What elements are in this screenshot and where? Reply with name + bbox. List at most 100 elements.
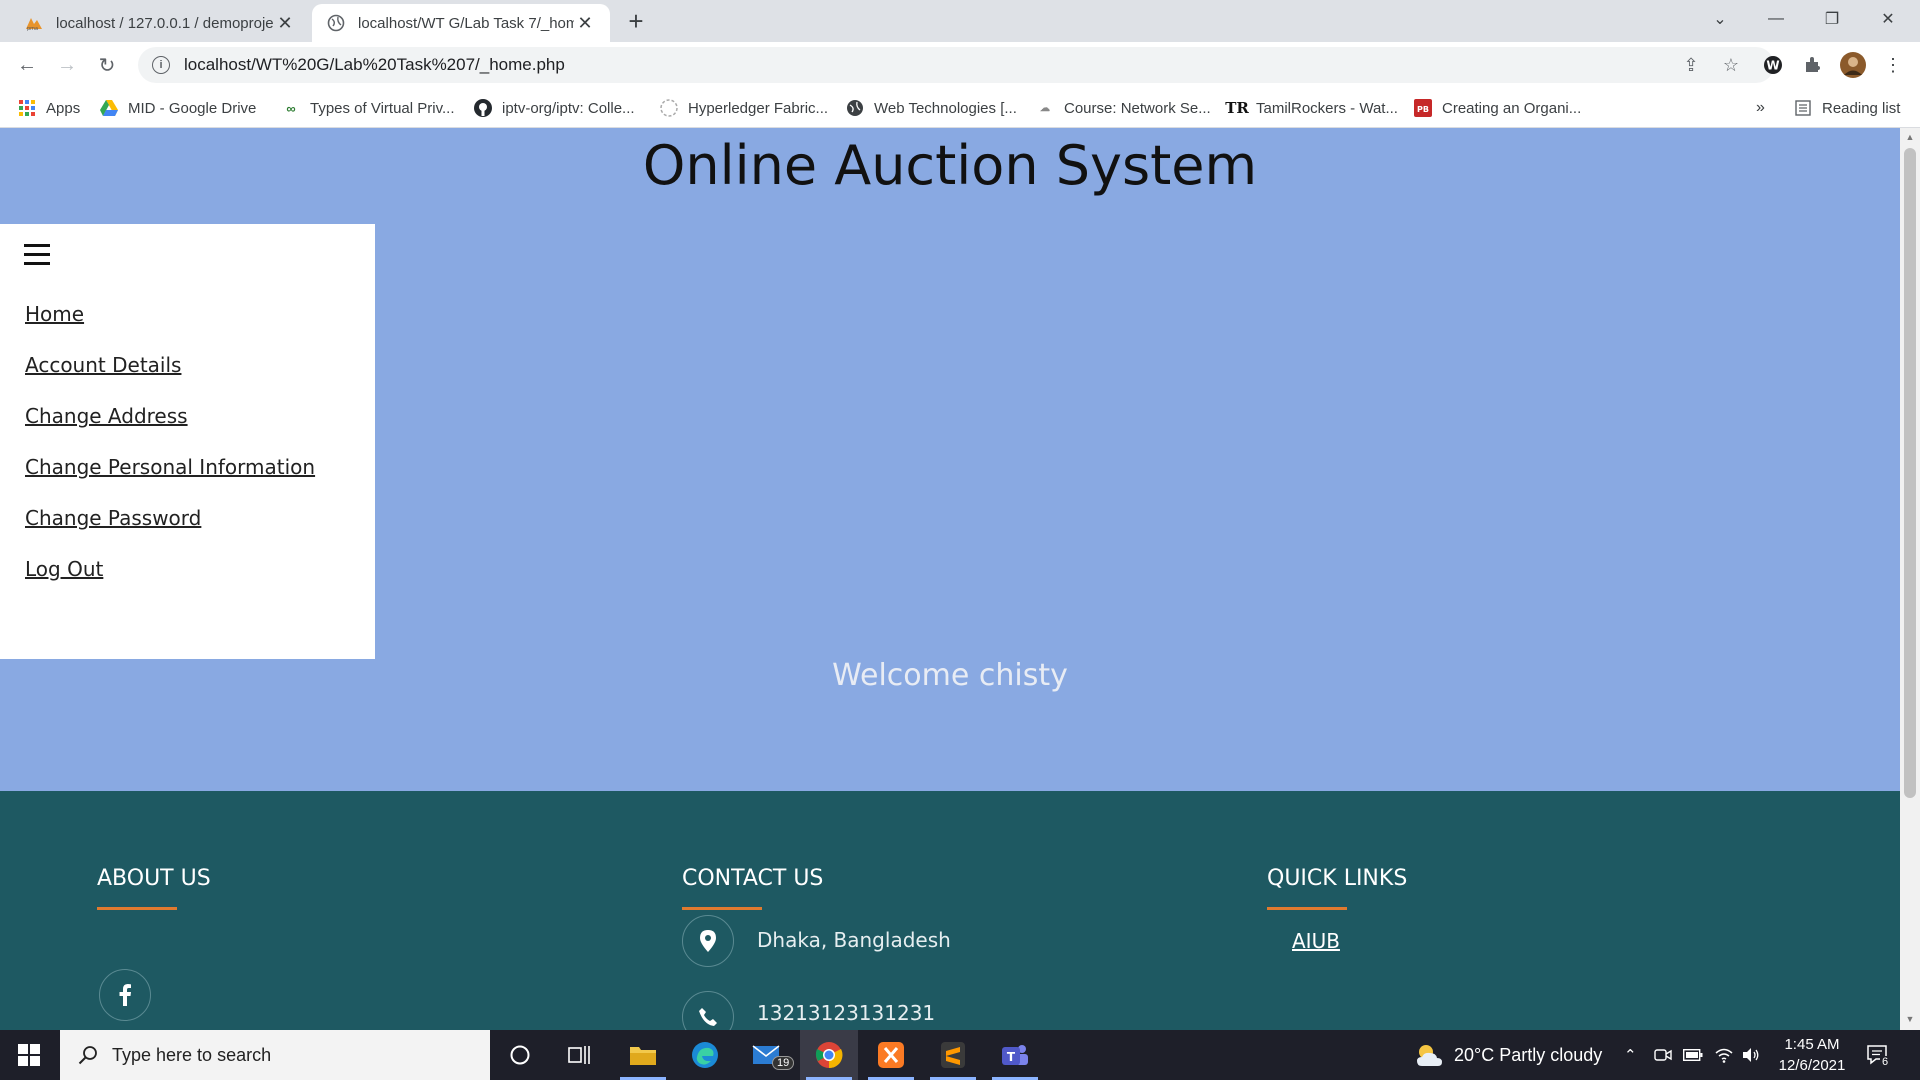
- close-tab-icon[interactable]: ✕: [274, 12, 296, 34]
- nav-link-change-personal-information[interactable]: Change Personal Information: [25, 455, 315, 479]
- globe-icon: [326, 13, 346, 33]
- partly-cloudy-icon: [1414, 1042, 1444, 1068]
- scrollbar-thumb[interactable]: [1904, 148, 1916, 798]
- share-icon[interactable]: ⇪: [1676, 47, 1706, 83]
- file-explorer-icon[interactable]: [614, 1030, 672, 1080]
- forward-button[interactable]: →: [52, 50, 82, 80]
- phone-icon: [682, 991, 734, 1030]
- bookmark-virtual-private[interactable]: ∞ Types of Virtual Priv...: [282, 97, 454, 119]
- bookmark-star-icon[interactable]: ☆: [1716, 47, 1746, 83]
- bookmark-creating-organization[interactable]: PB Creating an Organi...: [1414, 97, 1581, 119]
- bookmark-label: Web Technologies [...: [874, 99, 1017, 117]
- more-bookmarks-button[interactable]: »: [1756, 97, 1765, 119]
- chrome-taskbar-icon[interactable]: [800, 1030, 858, 1080]
- hyperledger-icon: [660, 99, 678, 117]
- facebook-icon[interactable]: [99, 969, 151, 1021]
- bookmark-iptv[interactable]: iptv-org/iptv: Colle...: [474, 97, 635, 119]
- nav-link-account-details[interactable]: Account Details: [25, 353, 181, 377]
- edge-browser-icon[interactable]: [676, 1030, 734, 1080]
- tab-search-icon[interactable]: ⌄: [1692, 0, 1748, 38]
- globe-icon: [846, 99, 864, 117]
- svg-text:PB: PB: [1417, 105, 1429, 114]
- action-center-button[interactable]: 6: [1866, 1030, 1891, 1080]
- about-us-underline: [97, 907, 177, 910]
- wifi-icon[interactable]: [1714, 1030, 1734, 1080]
- meet-now-icon[interactable]: [1654, 1030, 1672, 1080]
- quick-links-underline: [1267, 907, 1347, 910]
- page-title: Online Auction System: [642, 134, 1258, 197]
- contact-phone: 13213123131231: [757, 1001, 936, 1025]
- notification-count-badge: 6: [1880, 1056, 1891, 1068]
- bookmark-web-technologies[interactable]: Web Technologies [...: [846, 97, 1017, 119]
- address-bar[interactable]: i localhost/WT%20G/Lab%20Task%207/_home.…: [138, 47, 1774, 83]
- show-hidden-icons-button[interactable]: ⌃: [1624, 1030, 1637, 1080]
- sublime-text-icon[interactable]: [924, 1030, 982, 1080]
- phpmyadmin-icon: pma: [24, 13, 44, 33]
- reload-button[interactable]: ↻: [92, 50, 122, 80]
- restore-button[interactable]: ❐: [1804, 0, 1860, 38]
- chrome-menu-icon[interactable]: ⋮: [1878, 50, 1908, 80]
- close-window-button[interactable]: ✕: [1860, 0, 1916, 38]
- search-icon: [78, 1045, 98, 1065]
- page-main: Online Auction System Home Account Detai…: [0, 128, 1900, 791]
- pb-icon: PB: [1414, 99, 1432, 117]
- course-icon: ☁: [1040, 102, 1050, 114]
- taskbar-clock[interactable]: 1:45 AM 12/6/2021: [1762, 1034, 1862, 1076]
- site-icon: ∞: [286, 100, 296, 116]
- tab-home-php[interactable]: localhost/WT G/Lab Task 7/_hom ✕: [312, 4, 610, 42]
- bookmark-label: MID - Google Drive: [128, 99, 257, 117]
- minimize-button[interactable]: —: [1748, 0, 1804, 38]
- apps-grid-icon: [18, 99, 36, 117]
- site-info-icon[interactable]: i: [152, 56, 170, 74]
- page-scrollbar[interactable]: ▲ ▼: [1900, 128, 1920, 1030]
- bookmark-google-drive[interactable]: MID - Google Drive: [100, 97, 256, 119]
- mail-icon[interactable]: 19: [738, 1030, 796, 1080]
- mail-unread-badge: 19: [772, 1056, 795, 1070]
- github-icon: [474, 99, 492, 117]
- bookmark-network-security[interactable]: ☁ Course: Network Se...: [1036, 97, 1211, 119]
- taskbar-search-box[interactable]: Type here to search: [60, 1030, 490, 1080]
- scroll-down-arrow-icon[interactable]: ▼: [1900, 1014, 1920, 1030]
- bookmark-apps[interactable]: Apps: [18, 97, 80, 119]
- extensions-puzzle-icon[interactable]: [1798, 50, 1828, 80]
- new-tab-button[interactable]: +: [622, 8, 650, 36]
- battery-icon[interactable]: [1683, 1030, 1703, 1080]
- clock-date: 12/6/2021: [1778, 1057, 1846, 1074]
- quick-link-aiub[interactable]: AIUB: [1292, 929, 1340, 953]
- about-us-heading: ABOUT US: [97, 866, 211, 891]
- page-footer: ABOUT US CONTACT US Dhaka, Bangladesh 13…: [0, 791, 1900, 1030]
- windows-taskbar: Type here to search 19 T 20°C Partly clo…: [0, 1030, 1920, 1080]
- windows-start-button[interactable]: [0, 1030, 58, 1080]
- bookmark-hyperledger[interactable]: Hyperledger Fabric...: [660, 97, 828, 119]
- nav-link-home[interactable]: Home: [25, 302, 84, 326]
- volume-icon[interactable]: [1742, 1030, 1760, 1080]
- bookmark-tamilrockers[interactable]: TR TamilRockers - Wat...: [1225, 97, 1398, 119]
- nav-link-change-password[interactable]: Change Password: [25, 506, 201, 530]
- back-button[interactable]: ←: [12, 50, 42, 80]
- contact-us-underline: [682, 907, 762, 910]
- tab-phpmyadmin[interactable]: pma localhost / 127.0.0.1 / demoproje ✕: [10, 4, 310, 42]
- nav-link-change-address[interactable]: Change Address: [25, 404, 188, 428]
- cortana-icon[interactable]: [491, 1030, 549, 1080]
- extension-w-icon[interactable]: W: [1758, 50, 1788, 80]
- reading-list-icon: [1794, 99, 1812, 117]
- nav-link-log-out[interactable]: Log Out: [25, 557, 103, 581]
- close-tab-icon[interactable]: ✕: [574, 12, 596, 34]
- profile-avatar[interactable]: [1838, 50, 1868, 80]
- welcome-message: Welcome chisty: [832, 658, 1068, 693]
- task-view-icon[interactable]: [551, 1030, 609, 1080]
- bookmark-label: Course: Network Se...: [1064, 99, 1211, 117]
- tab-title: localhost/WT G/Lab Task 7/_hom: [358, 14, 574, 32]
- teams-icon[interactable]: T: [986, 1030, 1044, 1080]
- contact-us-heading: CONTACT US: [682, 866, 824, 891]
- browser-toolbar: ← → ↻ i localhost/WT%20G/Lab%20Task%207/…: [0, 42, 1920, 88]
- weather-text: 20°C Partly cloudy: [1454, 1044, 1603, 1065]
- hamburger-menu-icon[interactable]: [24, 244, 50, 266]
- xampp-icon[interactable]: [862, 1030, 920, 1080]
- url-text: localhost/WT%20G/Lab%20Task%207/_home.ph…: [184, 55, 565, 74]
- reading-list-button[interactable]: Reading list: [1794, 97, 1900, 119]
- weather-widget[interactable]: 20°C Partly cloudy: [1414, 1030, 1602, 1080]
- search-placeholder: Type here to search: [112, 1044, 272, 1065]
- bookmark-label: TamilRockers - Wat...: [1256, 99, 1398, 117]
- scroll-up-arrow-icon[interactable]: ▲: [1900, 132, 1920, 148]
